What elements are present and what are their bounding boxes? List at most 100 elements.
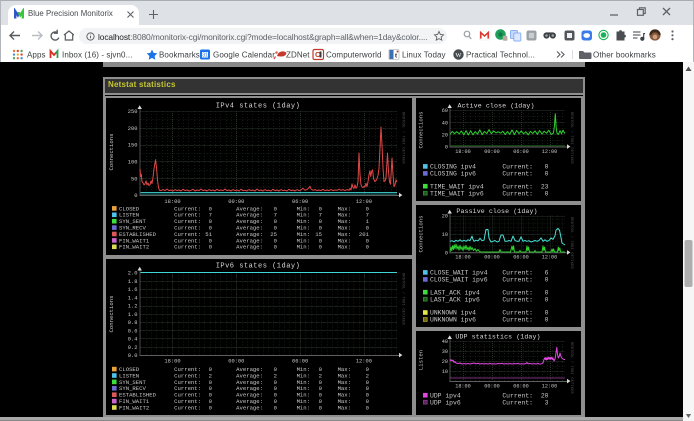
svg-text:Current:: Current:: [502, 399, 533, 406]
svg-text:18:00: 18:00: [164, 199, 180, 205]
svg-text:FIN_WAIT2: FIN_WAIT2: [119, 244, 149, 251]
svg-text:CLOSE_WAIT ipv6: CLOSE_WAIT ipv6: [430, 277, 488, 284]
svg-text:50: 50: [131, 176, 137, 182]
svg-text:0.0: 0.0: [128, 353, 138, 359]
svg-text:00:00: 00:00: [484, 383, 500, 389]
svg-text:0: 0: [134, 193, 137, 199]
svg-text:Min:: Min:: [297, 244, 310, 251]
svg-text:18:00: 18:00: [455, 383, 471, 389]
svg-text:UDP statistics (1day): UDP statistics (1day): [455, 334, 540, 341]
svg-text:IPv4 states (1day): IPv4 states (1day): [216, 103, 301, 111]
svg-text:1.4: 1.4: [128, 295, 138, 301]
svg-text:20: 20: [541, 392, 549, 399]
svg-text:Current:: Current:: [502, 317, 533, 324]
svg-text:Current:: Current:: [502, 296, 533, 303]
svg-text:IPv6 states (1day): IPv6 states (1day): [216, 263, 301, 271]
svg-text:250: 250: [128, 109, 138, 115]
svg-text:Passive close (1day): Passive close (1day): [456, 208, 537, 215]
svg-text:0: 0: [545, 289, 549, 296]
svg-text:00:00: 00:00: [228, 359, 244, 365]
svg-text:0.8: 0.8: [128, 320, 138, 326]
svg-text:1.0: 1.0: [128, 312, 138, 318]
svg-text:12:00: 12:00: [356, 199, 372, 205]
svg-text:1.8: 1.8: [128, 279, 138, 285]
svg-text:0: 0: [274, 244, 278, 251]
svg-text:0: 0: [209, 404, 213, 411]
svg-text:40: 40: [442, 120, 448, 126]
svg-text:18:00: 18:00: [164, 359, 180, 365]
svg-text:UDP ipv6: UDP ipv6: [430, 399, 461, 406]
svg-text:0: 0: [545, 190, 549, 197]
svg-text:0: 0: [319, 404, 323, 411]
svg-text:0: 0: [545, 171, 549, 178]
svg-text:0: 0: [545, 277, 549, 284]
svg-text:0: 0: [274, 404, 278, 411]
svg-text:RRDTOOL / TOBI OETIKER: RRDTOOL / TOBI OETIKER: [401, 112, 406, 164]
svg-text:0: 0: [545, 310, 549, 317]
svg-text:Current:: Current:: [502, 171, 533, 178]
svg-text:20: 20: [442, 214, 448, 220]
svg-text:6: 6: [545, 270, 549, 277]
svg-text:12:00: 12:00: [542, 255, 558, 261]
svg-text:20: 20: [442, 359, 448, 365]
svg-text:0: 0: [545, 296, 549, 303]
svg-text:100: 100: [128, 160, 138, 166]
svg-text:200: 200: [128, 126, 138, 132]
svg-text:30: 30: [442, 349, 448, 355]
svg-text:Max:: Max:: [338, 244, 351, 251]
svg-text:Current:: Current:: [502, 277, 533, 284]
svg-text:18:00: 18:00: [455, 149, 471, 155]
svg-text:10: 10: [442, 232, 448, 238]
svg-text:CLOSING ipv4: CLOSING ipv4: [430, 164, 476, 171]
svg-text:LAST_ACK ipv4: LAST_ACK ipv4: [430, 289, 480, 296]
svg-text:0: 0: [209, 244, 213, 251]
svg-text:Current:: Current:: [502, 183, 533, 190]
svg-text:Connections: Connections: [418, 112, 425, 149]
svg-text:0.2: 0.2: [128, 345, 138, 351]
svg-text:12:00: 12:00: [542, 149, 558, 155]
svg-text:Listen: Listen: [418, 350, 425, 370]
svg-text:UDP ipv4: UDP ipv4: [430, 392, 461, 399]
svg-text:0: 0: [445, 250, 448, 256]
svg-text:CLOSING ipv6: CLOSING ipv6: [430, 171, 476, 178]
svg-text:12:00: 12:00: [356, 359, 372, 365]
svg-text:TIME_WAIT ipv6: TIME_WAIT ipv6: [430, 190, 484, 197]
svg-text:00:00: 00:00: [484, 255, 500, 261]
svg-text:2.0: 2.0: [128, 271, 138, 277]
svg-text:Max:: Max:: [338, 404, 351, 411]
svg-text:Current:: Current:: [174, 404, 201, 411]
svg-text:Connections: Connections: [108, 296, 115, 333]
svg-text:10: 10: [442, 369, 448, 375]
svg-text:Current:: Current:: [502, 289, 533, 296]
svg-text:40: 40: [442, 339, 448, 345]
svg-text:0.6: 0.6: [128, 328, 138, 334]
svg-text:Current:: Current:: [502, 392, 533, 399]
svg-text:CLOSE_WAIT ipv4: CLOSE_WAIT ipv4: [430, 270, 488, 277]
svg-text:0: 0: [366, 404, 370, 411]
svg-text:UNKNOWN ipv4: UNKNOWN ipv4: [430, 310, 476, 317]
svg-text:Connections: Connections: [418, 216, 425, 253]
svg-text:Current:: Current:: [502, 310, 533, 317]
svg-text:UNKNOWN ipv6: UNKNOWN ipv6: [430, 317, 476, 324]
svg-text:00:00: 00:00: [484, 149, 500, 155]
svg-text:Average:: Average:: [236, 244, 263, 251]
svg-text:RRDTOOL / TOBI OETIKER: RRDTOOL / TOBI OETIKER: [569, 112, 574, 164]
svg-text:00:00: 00:00: [228, 199, 244, 205]
svg-text:20: 20: [442, 132, 448, 138]
svg-text:06:00: 06:00: [513, 255, 529, 261]
svg-text:3: 3: [545, 399, 549, 406]
svg-text:0: 0: [445, 145, 448, 151]
svg-text:1.2: 1.2: [128, 304, 138, 310]
svg-text:RRDTOOL / TOBI OETIKER: RRDTOOL / TOBI OETIKER: [401, 273, 406, 325]
svg-text:TIME_WAIT ipv4: TIME_WAIT ipv4: [430, 183, 484, 190]
svg-text:18:00: 18:00: [455, 255, 471, 261]
svg-text:0: 0: [366, 244, 370, 251]
svg-text:Current:: Current:: [502, 164, 533, 171]
svg-text:Connections: Connections: [108, 134, 115, 171]
svg-text:12:00: 12:00: [542, 383, 558, 389]
svg-text:Current:: Current:: [502, 270, 533, 277]
svg-text:0: 0: [545, 164, 549, 171]
svg-text:RRDTOOL / TOBI OETIKER: RRDTOOL / TOBI OETIKER: [569, 217, 574, 269]
svg-text:Current:: Current:: [502, 190, 533, 197]
svg-text:06:00: 06:00: [513, 383, 529, 389]
